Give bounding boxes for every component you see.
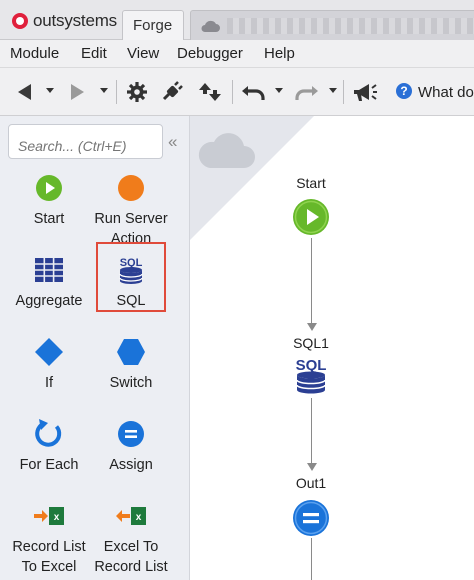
forward-arrow-icon <box>71 84 84 100</box>
undo-caret[interactable] <box>275 88 283 93</box>
redo-icon <box>295 86 318 100</box>
flow-arrow-icon <box>307 463 317 471</box>
node-label-sql1: SQL1 <box>293 335 329 351</box>
title-bar: outsystems Forge <box>0 0 474 40</box>
tool-label: Aggregate <box>15 293 83 309</box>
flow-arrow-icon <box>307 323 317 331</box>
settings-button[interactable] <box>124 78 150 106</box>
toolbox-panel: « Start Run Server Action Aggregate SQL … <box>0 116 190 580</box>
gear-icon <box>127 82 147 102</box>
redo-button[interactable] <box>292 78 322 106</box>
menu-module[interactable]: Module <box>10 45 59 62</box>
toolbar-separator <box>343 80 344 104</box>
redo-caret[interactable] <box>329 88 337 93</box>
outsystems-logo-icon <box>12 13 28 29</box>
node-label-start: Start <box>296 175 326 191</box>
svg-text:SQL: SQL <box>296 357 327 374</box>
record-list-to-excel-icon: x <box>34 507 64 525</box>
menu-bar: Module Edit View Debugger Help <box>0 40 474 68</box>
tool-label: Start <box>33 211 65 227</box>
flow-connector <box>311 538 312 580</box>
app-brand: outsystems <box>33 11 117 30</box>
megaphone-icon <box>354 84 377 101</box>
switch-hexagon-icon <box>117 339 145 365</box>
toolbar-separator <box>116 80 117 104</box>
menu-view[interactable]: View <box>127 45 159 62</box>
back-history-caret[interactable] <box>46 88 54 93</box>
tool-for-each[interactable]: For Each <box>6 419 92 475</box>
undo-icon <box>242 86 265 100</box>
tool-label: Excel To Record List <box>94 539 168 575</box>
back-arrow-icon <box>18 84 31 100</box>
sql-node-icon[interactable]: SQL <box>295 355 327 395</box>
tool-label: Record List To Excel <box>12 539 86 575</box>
connect-button[interactable] <box>158 78 186 106</box>
assign-equals-icon <box>118 421 144 447</box>
publish-button[interactable] <box>196 78 224 106</box>
forward-history-caret[interactable] <box>100 88 108 93</box>
tool-if[interactable]: If <box>6 337 92 393</box>
tab-forge[interactable]: Forge <box>122 10 184 40</box>
svg-text:x: x <box>136 512 142 523</box>
announcements-button[interactable] <box>349 78 381 106</box>
back-button[interactable] <box>14 78 36 106</box>
svg-text:x: x <box>54 512 60 523</box>
tool-aggregate[interactable]: Aggregate <box>6 255 92 311</box>
tool-label: Assign <box>109 457 153 473</box>
tool-record-list-to-excel[interactable]: x Record List To Excel <box>6 501 92 577</box>
cloud-icon <box>198 133 255 168</box>
tool-assign[interactable]: Assign <box>88 419 174 475</box>
menu-edit[interactable]: Edit <box>81 45 107 62</box>
run-server-action-icon <box>118 175 144 201</box>
flow-connector <box>311 238 312 324</box>
tab-environment[interactable] <box>190 10 474 40</box>
tool-run-server-action[interactable]: Run Server Action <box>88 173 174 249</box>
aggregate-table-icon <box>35 258 63 282</box>
environment-name-redacted <box>227 18 474 34</box>
tool-excel-to-record-list[interactable]: x Excel To Record List <box>88 501 174 577</box>
excel-to-record-list-icon: x <box>116 507 146 525</box>
cloud-icon <box>201 20 220 32</box>
plug-icon <box>162 81 183 101</box>
if-diamond-icon <box>35 338 63 366</box>
start-node-icon[interactable] <box>292 198 330 236</box>
tool-switch[interactable]: Switch <box>88 337 174 393</box>
tool-start[interactable]: Start <box>6 173 92 229</box>
sql-tool-highlight <box>96 242 166 312</box>
forward-button[interactable] <box>66 78 88 106</box>
tool-label: For Each <box>19 457 79 473</box>
menu-help[interactable]: Help <box>264 45 295 62</box>
assign-node-icon[interactable] <box>292 499 330 537</box>
flow-connector <box>311 398 312 464</box>
tool-label: Switch <box>109 375 153 391</box>
undo-button[interactable] <box>238 78 268 106</box>
collapse-panel-icon[interactable]: « <box>168 132 177 152</box>
menu-debugger[interactable]: Debugger <box>177 45 243 62</box>
help-search-text[interactable]: What do <box>418 84 474 101</box>
toolbox-search-input[interactable] <box>8 124 163 159</box>
tool-label: If <box>44 375 54 391</box>
for-each-loop-icon <box>35 419 62 447</box>
node-label-out1: Out1 <box>295 475 327 491</box>
toolbar-separator <box>232 80 233 104</box>
help-icon[interactable]: ? <box>396 83 412 99</box>
publish-arrows-icon <box>199 83 221 101</box>
start-play-icon <box>36 175 62 201</box>
